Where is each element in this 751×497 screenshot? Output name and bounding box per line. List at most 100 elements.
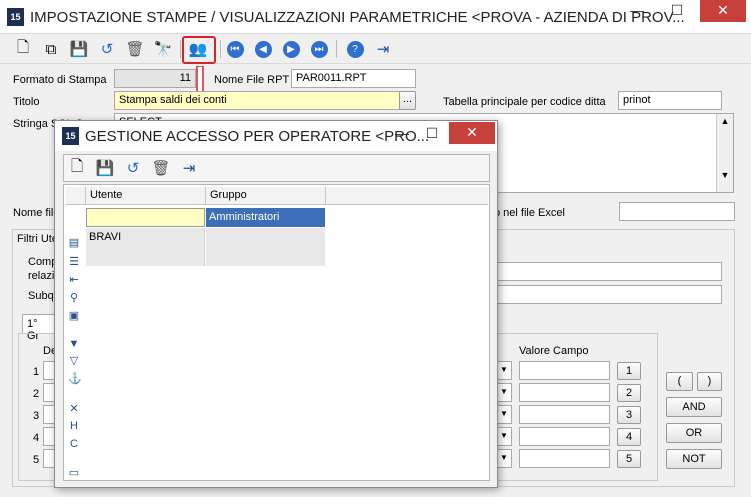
next-record-icon[interactable]: ▶ xyxy=(282,40,300,58)
dialog-title-bar: 15 GESTIONE ACCESSO PER OPERATORE <PRO..… xyxy=(55,121,497,151)
grid-cell-utente[interactable]: BRAVI xyxy=(86,228,205,266)
filtri-label: Filtri Ute xyxy=(17,233,58,245)
valore-field[interactable] xyxy=(519,361,610,380)
close-button[interactable]: ✕ xyxy=(700,0,746,22)
row-2-button[interactable]: 2 xyxy=(617,384,641,402)
row-selector-header xyxy=(66,187,86,205)
grid-cell-utente[interactable] xyxy=(86,208,205,227)
dialog-minimize-button[interactable]: — xyxy=(385,123,419,145)
toolbar-separator xyxy=(336,40,337,58)
prev-record-icon[interactable]: ◀ xyxy=(254,40,272,58)
stringa-scrollbar[interactable]: ▲ ▼ xyxy=(716,114,733,192)
row-5-button[interactable]: 5 xyxy=(617,450,641,468)
row-number: 1 xyxy=(33,366,40,378)
valore-campo-label: Valore Campo xyxy=(519,345,589,357)
chevron-down-icon[interactable]: ▼ xyxy=(496,449,512,468)
chevron-down-icon[interactable]: ▼ xyxy=(496,405,512,424)
row-number: 4 xyxy=(33,432,40,444)
relaz-label: relazi xyxy=(28,270,55,282)
nome-file-rpt-field[interactable]: PAR0011.RPT xyxy=(291,69,416,88)
exit-icon[interactable]: ⇥ xyxy=(178,157,200,179)
not-button[interactable]: NOT xyxy=(666,449,722,469)
comp-label: Comp xyxy=(28,256,58,268)
grid-cell-gruppo[interactable] xyxy=(206,228,325,266)
nome-file-rpt-label: Nome File RPT xyxy=(214,74,290,86)
grid-cell-gruppo[interactable]: Amministratori xyxy=(206,208,325,227)
operators-grid: Utente Gruppo Amministratori BRAVI xyxy=(63,184,490,481)
anchor-icon[interactable]: ⚓ xyxy=(68,373,82,385)
row-number: 5 xyxy=(33,454,40,466)
remove-x-icon[interactable]: ✕ xyxy=(68,403,80,415)
insert-icon[interactable]: ⇤ xyxy=(68,274,80,286)
dialog-title: GESTIONE ACCESSO PER OPERATORE <PRO... xyxy=(85,128,430,145)
valore-field[interactable] xyxy=(519,427,610,446)
keyboard-icon[interactable]: ▭ xyxy=(68,467,80,479)
chevron-down-icon[interactable]: ▼ xyxy=(496,361,512,380)
formato-label: Formato di Stampa xyxy=(13,74,107,86)
dialog-close-button[interactable]: ✕ xyxy=(449,122,495,144)
formato-field[interactable]: 11 xyxy=(114,69,196,88)
copy-icon[interactable]: ⧉ xyxy=(40,38,62,60)
field-icon[interactable]: ▣ xyxy=(68,310,80,322)
undo-icon[interactable]: ↺ xyxy=(122,157,144,179)
save-icon[interactable]: 💾 xyxy=(94,157,116,179)
c-icon[interactable]: C xyxy=(68,438,80,450)
toolbar-separator xyxy=(180,40,181,58)
tabella-field[interactable]: prinot xyxy=(618,91,722,110)
filter-icon[interactable]: ▼ xyxy=(68,338,80,350)
dialog-toolbar: 🗋 💾 ↺ 🗑 ⇥ xyxy=(63,154,490,182)
subquery-field[interactable] xyxy=(497,285,722,304)
column-header-empty xyxy=(326,187,488,205)
open-paren-button[interactable]: ( xyxy=(666,372,693,391)
nome-file-label: Nome file xyxy=(13,207,60,219)
minimize-button[interactable]: — xyxy=(620,0,654,22)
h-icon[interactable]: H xyxy=(68,420,80,432)
and-button[interactable]: AND xyxy=(666,397,722,417)
valore-field[interactable] xyxy=(519,405,610,424)
relazione-field[interactable] xyxy=(497,262,722,281)
save-icon[interactable]: 💾 xyxy=(68,38,90,60)
column-header-gruppo[interactable]: Gruppo xyxy=(206,187,326,205)
titolo-field[interactable]: Stampa saldi dei conti xyxy=(114,91,400,110)
exit-icon[interactable]: ⇥ xyxy=(372,38,394,60)
maximize-button[interactable]: ☐ xyxy=(660,0,694,22)
valore-field[interactable] xyxy=(519,449,610,468)
valore-field[interactable] xyxy=(519,383,610,402)
titolo-browse-button[interactable]: ... xyxy=(399,91,416,110)
gestione-accesso-dialog: 15 GESTIONE ACCESSO PER OPERATORE <PRO..… xyxy=(54,120,498,488)
main-toolbar: 🗋 ⧉ 💾 ↺ 🗑 🔭 👥 ⏮ ◀ ▶ ⏭ ? ⇥ xyxy=(0,34,751,64)
undo-icon[interactable]: ↺ xyxy=(96,38,118,60)
scroll-up-icon[interactable]: ▲ xyxy=(717,116,733,126)
or-button[interactable]: OR xyxy=(666,423,722,443)
main-title-bar: 15 IMPOSTAZIONE STAMPE / VISUALIZZAZIONI… xyxy=(0,0,751,34)
delete-icon[interactable]: 🗑 xyxy=(124,38,146,60)
tab-gruppo-1[interactable]: 1° Gr xyxy=(22,314,56,342)
titolo-label: Titolo xyxy=(13,96,40,108)
first-record-icon[interactable]: ⏮ xyxy=(226,40,244,58)
scroll-down-icon[interactable]: ▼ xyxy=(717,170,733,180)
row-1-button[interactable]: 1 xyxy=(617,362,641,380)
binoculars-icon[interactable]: 🔭 xyxy=(152,38,174,60)
dialog-maximize-button[interactable]: ☐ xyxy=(415,123,449,145)
excel-label: o nel file Excel xyxy=(494,207,565,219)
new-icon[interactable]: 🗋 xyxy=(12,38,34,60)
column-header-utente[interactable]: Utente xyxy=(86,187,206,205)
row-4-button[interactable]: 4 xyxy=(617,428,641,446)
lines-icon[interactable]: ☰ xyxy=(68,256,80,268)
row-number: 2 xyxy=(33,388,40,400)
list-icon[interactable]: ▤ xyxy=(68,237,80,249)
zoom-icon[interactable]: ⚲ xyxy=(68,292,80,304)
chevron-down-icon[interactable]: ▼ xyxy=(496,383,512,402)
row-3-button[interactable]: 3 xyxy=(617,406,641,424)
highlight-box xyxy=(182,36,216,64)
new-icon[interactable]: 🗋 xyxy=(66,157,88,179)
delete-icon[interactable]: 🗑 xyxy=(150,157,172,179)
last-record-icon[interactable]: ⏭ xyxy=(310,40,328,58)
help-icon[interactable]: ? xyxy=(346,40,364,58)
filter-clear-icon[interactable]: ▽ xyxy=(68,355,80,367)
close-paren-button[interactable]: ) xyxy=(697,372,722,391)
row-number: 3 xyxy=(33,410,40,422)
tabella-label: Tabella principale per codice ditta xyxy=(443,96,606,108)
chevron-down-icon[interactable]: ▼ xyxy=(496,427,512,446)
excel-field[interactable] xyxy=(619,202,735,221)
